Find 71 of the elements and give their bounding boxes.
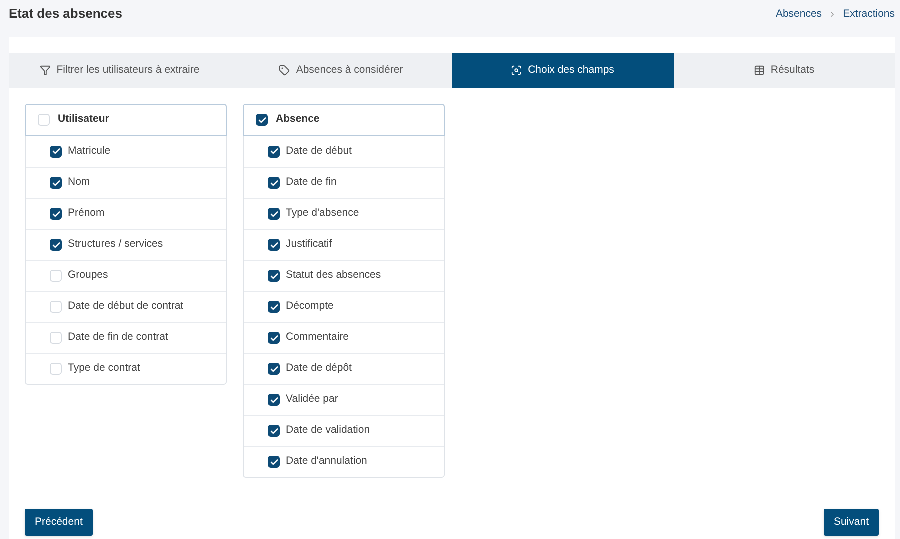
checkbox[interactable] [50, 363, 62, 375]
scan-search-icon [511, 65, 522, 76]
group-title: Utilisateur [58, 112, 110, 128]
breadcrumb-link[interactable]: Absences [776, 7, 822, 23]
check-icon [52, 210, 60, 218]
checkbox[interactable] [50, 239, 62, 251]
checkbox[interactable] [50, 146, 62, 158]
field-label: Décompte [286, 299, 334, 314]
check-icon [270, 334, 278, 342]
field-label: Date de validation [286, 423, 370, 438]
previous-button[interactable]: Précédent [25, 509, 93, 536]
check-icon [52, 240, 60, 250]
field-label: Validée par [286, 392, 338, 408]
checkbox[interactable] [268, 208, 280, 220]
checkbox[interactable] [268, 270, 280, 282]
page-title: Etat des absences [9, 5, 122, 23]
tab[interactable]: Absences à considérer [230, 53, 452, 88]
field-label: Date de fin de contrat [68, 330, 168, 346]
checkbox[interactable] [268, 332, 280, 344]
field-label: Type de contrat [68, 361, 140, 376]
checkbox[interactable] [268, 456, 280, 468]
checkbox[interactable] [268, 177, 280, 189]
checkbox[interactable] [268, 425, 280, 437]
check-icon [270, 426, 278, 436]
field-label: Date de début de contrat [68, 299, 184, 314]
check-icon [270, 178, 278, 188]
field-label: Commentaire [286, 330, 350, 346]
field-label: Date de fin [286, 175, 337, 190]
checkbox[interactable] [268, 146, 280, 158]
field-label: Groupes [68, 268, 108, 284]
check-icon [270, 396, 278, 404]
field-label: Date d'annulation [286, 454, 368, 470]
check-icon [270, 147, 278, 156]
field-label: Structures / services [68, 237, 164, 252]
next-button[interactable]: Suivant [824, 509, 879, 536]
checkbox[interactable] [268, 301, 280, 313]
field-label: Prénom [68, 206, 105, 222]
check-icon [270, 364, 278, 374]
field-label: Justificatif [286, 237, 332, 252]
check-icon [270, 210, 278, 218]
check-icon [270, 458, 278, 466]
checkbox[interactable] [268, 363, 280, 375]
checkbox[interactable] [50, 332, 62, 344]
breadcrumb-link[interactable]: Extractions [843, 7, 895, 23]
field-label: Statut des absences [286, 268, 382, 284]
check-icon [270, 302, 278, 312]
group-title: Absence [276, 112, 320, 128]
check-icon [258, 116, 266, 124]
checkbox[interactable] [50, 177, 62, 189]
field-label: Nom [68, 175, 90, 190]
tab[interactable]: Résultats [674, 53, 895, 88]
check-icon [270, 272, 278, 280]
checkbox[interactable] [268, 239, 280, 251]
check-icon [270, 240, 278, 250]
field-label: Date de dépôt [286, 361, 352, 376]
tab[interactable]: Filtrer les utilisateurs à extraire [9, 53, 230, 88]
field-label: Matricule [68, 144, 111, 159]
tag-icon [279, 65, 290, 76]
checkbox[interactable] [50, 270, 62, 282]
checkbox[interactable] [50, 301, 62, 313]
tab[interactable]: Choix des champs [452, 53, 674, 88]
checkbox[interactable] [256, 114, 268, 126]
checkbox[interactable] [50, 208, 62, 220]
table-icon [754, 65, 765, 76]
checkbox[interactable] [268, 394, 280, 406]
field-label: Date de début [286, 144, 352, 159]
checkbox[interactable] [38, 114, 50, 126]
check-icon [52, 147, 60, 156]
check-icon [52, 178, 60, 188]
filter-icon [40, 65, 51, 76]
field-label: Type d'absence [286, 206, 360, 222]
